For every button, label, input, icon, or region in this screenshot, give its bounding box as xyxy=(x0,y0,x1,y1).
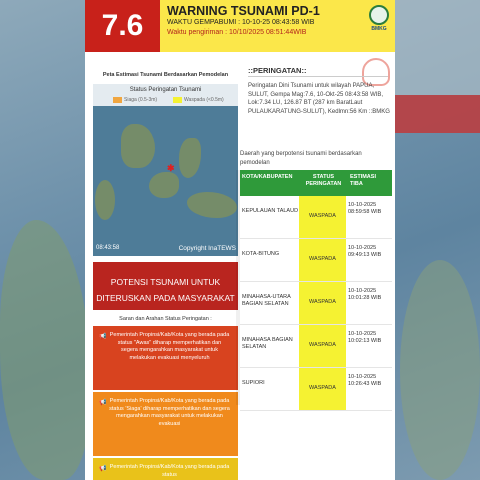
map-title: Peta Estimasi Tsunami Berdasarkan Pemode… xyxy=(102,72,229,78)
potensi-banner: POTENSI TSUNAMI UNTUK DITERUSKAN PADA MA… xyxy=(93,262,238,310)
legend-swatch xyxy=(173,97,182,103)
background-panel xyxy=(395,0,480,95)
table-header-tiba: ESTIMASI TIBA xyxy=(348,170,392,196)
background-land xyxy=(0,220,90,480)
cell-status: WASPADA xyxy=(299,282,346,324)
bmkg-logo: BMKG xyxy=(368,5,390,35)
table-row: KEPULAUAN TALAUD WASPADA 10-10-2025 08:5… xyxy=(240,196,392,239)
map-island xyxy=(187,192,237,218)
megaphone-icon: 📢 xyxy=(99,400,107,406)
cell-kota: KEPULAUAN TALAUD xyxy=(242,208,299,214)
cell-kota: KOTA-BITUNG xyxy=(242,251,280,257)
legend-label: Waspada (<0.5m) xyxy=(184,97,224,103)
advice-text: Pemerintah Propinsi/Kab/Kota yang berada… xyxy=(109,332,230,361)
table-row: MINAHASA-UTARA BAGIAN SELATAN WASPADA 10… xyxy=(240,282,392,325)
daerah-text: Daerah yang berpotensi tsunami berdasark… xyxy=(240,151,362,166)
cell-kota: MINAHASA-UTARA BAGIAN SELATAN xyxy=(242,294,291,307)
map-island xyxy=(121,124,155,168)
magnitude-badge: 7.6 xyxy=(85,0,160,52)
legend-label: Siaga (0.5-3m) xyxy=(124,97,158,103)
warning-title: WARNING TSUNAMI PD-1 xyxy=(167,4,320,18)
map-island xyxy=(95,180,115,220)
affected-areas-table: KOTA/KABUPATEN STATUS PERINGATAN ESTIMAS… xyxy=(240,170,392,411)
peringatan-title: ::PERINGATAN:: xyxy=(248,66,307,75)
bmkg-emblem-icon xyxy=(369,5,389,25)
cell-status: WASPADA xyxy=(299,239,346,281)
table-shadow xyxy=(236,170,240,405)
cell-kota: SUPIORI xyxy=(242,380,265,386)
cell-tiba: 10-10-2025 10:02:13 WIB xyxy=(348,331,382,344)
cell-status: WASPADA xyxy=(299,325,346,367)
tsunami-estimation-map: Status Peringatan Tsunami Siaga (0.5-3m)… xyxy=(93,84,238,256)
table-row: MINAHASA BAGIAN SELATAN WASPADA 10-10-20… xyxy=(240,325,392,368)
sent-time: Waktu pengiriman : 10/10/2025 08:51:44WI… xyxy=(167,29,307,36)
earthquake-time: WAKTU GEMPABUMI : 10-10-25 08:43:58 WIB xyxy=(167,19,315,26)
advice-text: Pemerintah Propinsi/Kab/Kota yang berada… xyxy=(109,464,230,478)
advice-awas: 📢 Pemerintah Propinsi/Kab/Kota yang bera… xyxy=(93,326,238,390)
background-red-panel xyxy=(395,95,480,133)
cell-kota: MINAHASA BAGIAN SELATAN xyxy=(242,337,293,350)
table-header-kota: KOTA/KABUPATEN xyxy=(240,170,299,196)
divider xyxy=(248,76,388,77)
map-island xyxy=(179,138,201,178)
tsunami-warning-card: 7.6 WARNING TSUNAMI PD-1 WAKTU GEMPABUMI… xyxy=(85,0,395,480)
background-land xyxy=(400,260,480,480)
cell-status: WASPADA xyxy=(299,368,346,410)
cell-tiba: 10-10-2025 10:26:43 WIB xyxy=(348,374,382,387)
logo-text: BMKG xyxy=(371,26,387,32)
megaphone-icon: 📢 xyxy=(99,466,107,472)
cell-tiba: 10-10-2025 09:49:13 WIB xyxy=(348,245,382,258)
status-legend-title: Status Peringatan Tsunami xyxy=(129,87,202,93)
map-copyright: Copyright InaTEWS xyxy=(178,245,236,252)
map-island xyxy=(149,172,179,198)
advice-siaga: 📢 Pemerintah Propinsi/Kab/Kota yang bera… xyxy=(93,392,238,456)
advice-waspada: 📢 Pemerintah Propinsi/Kab/Kota yang bera… xyxy=(93,458,238,480)
legend-siaga: Siaga (0.5-3m) xyxy=(113,97,157,103)
map-time: 08:43:58 xyxy=(96,245,120,251)
cell-tiba: 10-10-2025 08:59:58 WIB xyxy=(348,202,382,215)
cell-status: WASPADA xyxy=(299,196,346,238)
warning-header: 7.6 WARNING TSUNAMI PD-1 WAKTU GEMPABUMI… xyxy=(85,0,395,52)
table-row: SUPIORI WASPADA 10-10-2025 10:26:43 WIB xyxy=(240,368,392,411)
peringatan-text: Peringatan Dini Tsunami untuk wilayah PA… xyxy=(248,83,390,115)
table-header-status: STATUS PERINGATAN xyxy=(299,170,348,196)
legend-waspada: Waspada (<0.5m) xyxy=(173,97,224,103)
table-row: KOTA-BITUNG WASPADA 10-10-2025 09:49:13 … xyxy=(240,239,392,282)
epicenter-marker-icon: ✱ xyxy=(167,163,175,173)
advice-text: Pemerintah Propinsi/Kab/Kota yang berada… xyxy=(109,398,230,427)
legend-swatch xyxy=(113,97,122,103)
megaphone-icon: 📢 xyxy=(99,334,107,340)
saran-title: Saran dan Arahan Status Peringatan : xyxy=(119,316,212,322)
cell-tiba: 10-10-2025 10:01:28 WIB xyxy=(348,288,382,301)
